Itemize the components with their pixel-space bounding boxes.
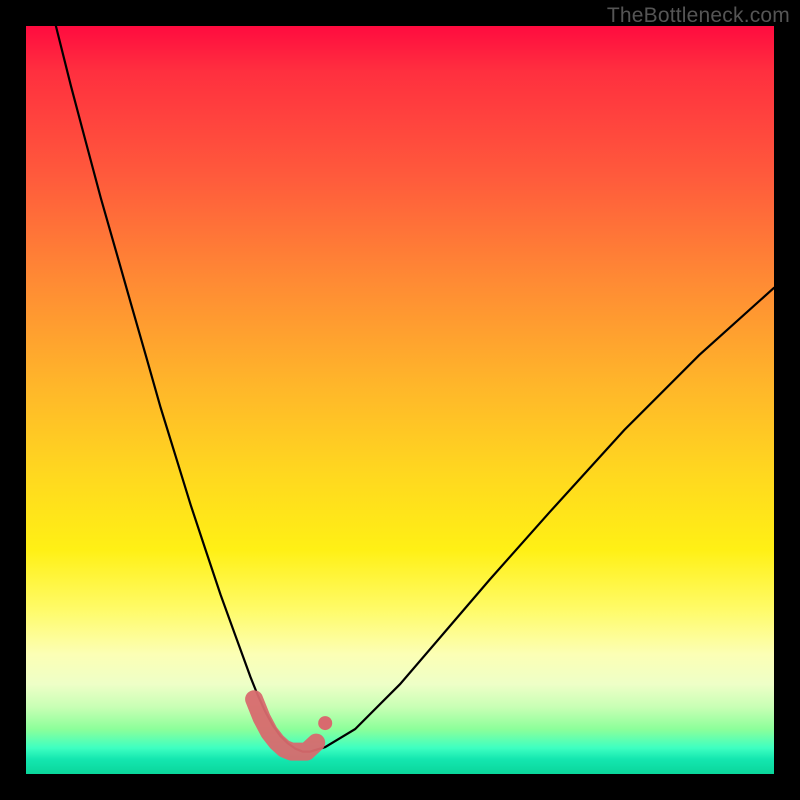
highlight-band-stroke (254, 699, 316, 751)
curve-layer (26, 26, 774, 774)
bottleneck-curve (56, 26, 774, 752)
watermark-text: TheBottleneck.com (607, 4, 790, 28)
plot-area (26, 26, 774, 774)
chart-frame: TheBottleneck.com (0, 0, 800, 800)
highlight-markers (318, 716, 332, 730)
marker-dot (318, 716, 332, 730)
